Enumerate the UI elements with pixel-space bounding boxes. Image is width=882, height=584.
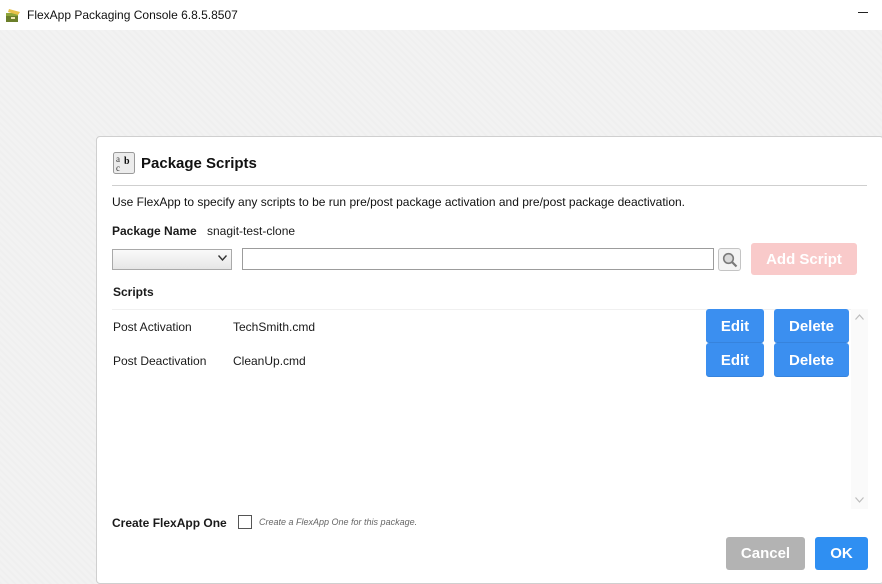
chevron-up-icon[interactable] — [855, 314, 864, 320]
script-file: TechSmith.cmd — [233, 320, 316, 334]
dialog-title: Package Scripts — [141, 155, 257, 172]
svg-text:c: c — [116, 163, 120, 173]
script-file: CleanUp.cmd — [233, 354, 306, 368]
cancel-button[interactable]: Cancel — [726, 537, 805, 570]
create-flexapp-one-checkbox[interactable] — [238, 515, 252, 529]
scripts-label: Scripts — [113, 285, 154, 299]
package-name-value: snagit-test-clone — [207, 224, 296, 238]
dialog-description: Use FlexApp to specify any scripts to be… — [112, 195, 685, 209]
chevron-down-icon — [218, 255, 227, 261]
window-title: FlexApp Packaging Console 6.8.5.8507 — [27, 8, 238, 22]
script-type-dropdown[interactable] — [112, 249, 232, 270]
script-path-input[interactable] — [242, 248, 714, 270]
flexapp-logo-icon — [6, 9, 20, 22]
magnifier-icon — [722, 252, 738, 268]
edit-button[interactable]: Edit — [706, 343, 764, 377]
script-type: Post Activation — [113, 320, 192, 334]
minimize-button[interactable] — [858, 12, 868, 13]
svg-text:b: b — [124, 156, 130, 167]
browse-button[interactable] — [718, 248, 741, 271]
chevron-down-icon[interactable] — [855, 497, 864, 503]
create-flexapp-one-hint: Create a FlexApp One for this package. — [259, 517, 418, 527]
delete-button[interactable]: Delete — [774, 343, 849, 377]
edit-button[interactable]: Edit — [706, 309, 764, 343]
package-name-label: Package Name — [112, 224, 197, 238]
script-row: Post Deactivation CleanUp.cmd Edit Delet… — [112, 343, 850, 377]
add-script-button[interactable]: Add Script — [751, 243, 857, 275]
header-divider — [112, 185, 867, 186]
create-flexapp-one-label: Create FlexApp One — [112, 516, 227, 530]
ok-button[interactable]: OK — [815, 537, 868, 570]
script-type: Post Deactivation — [113, 354, 207, 368]
text-script-icon: a b c — [113, 152, 135, 174]
title-bar: FlexApp Packaging Console 6.8.5.8507 — [0, 0, 882, 30]
delete-button[interactable]: Delete — [774, 309, 849, 343]
scripts-scrollbar[interactable] — [851, 309, 868, 509]
script-row: Post Activation TechSmith.cmd Edit Delet… — [112, 309, 850, 343]
